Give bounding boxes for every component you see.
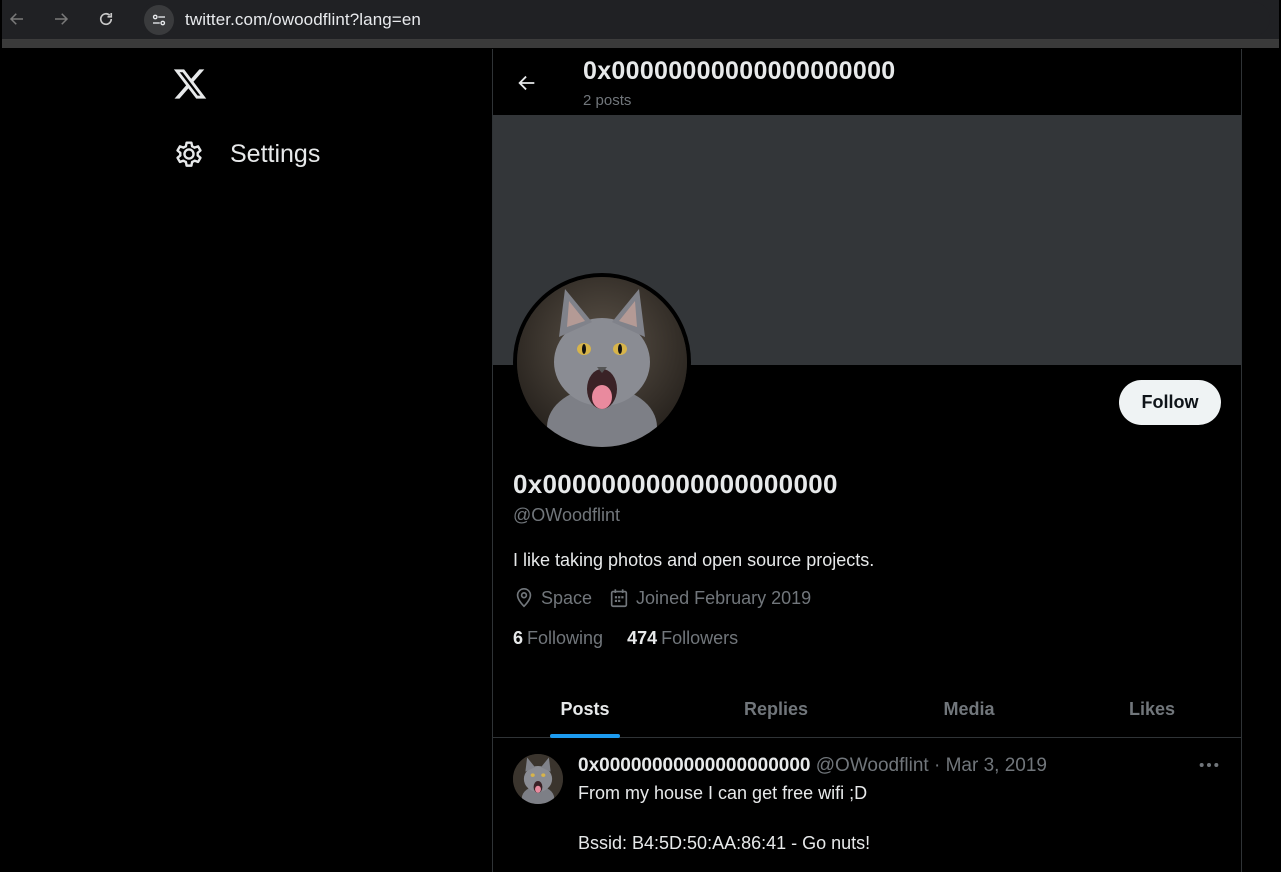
profile-header: 0x00000000000000000000 2 posts <box>493 49 1241 115</box>
follow-button[interactable]: Follow <box>1119 380 1221 425</box>
location-text: Space <box>541 587 593 608</box>
arrow-left-icon <box>9 13 23 25</box>
profile-display-name: 0x00000000000000000000 <box>513 469 838 499</box>
profile-joined: Joined February 2019 <box>608 587 811 609</box>
post-text-line: Bssid: B4:5D:50:AA:86:41 - Go nuts! <box>578 833 871 853</box>
browser-reload-button[interactable] <box>93 6 119 32</box>
browser-toolbar: twitter.com/owoodflint?lang=en <box>0 0 1281 49</box>
post-text-line: From my house I can get free wifi ;D <box>578 783 868 803</box>
tab-label: Replies <box>743 699 809 719</box>
arrow-right-icon <box>55 13 69 25</box>
post-author-handle[interactable]: @OWoodflint <box>816 755 929 776</box>
profile-bio: I like taking photos and open source pro… <box>513 550 875 570</box>
tab-likes[interactable]: Likes <box>1063 681 1241 738</box>
following-label: Following <box>527 628 604 648</box>
tab-label: Posts <box>560 699 610 719</box>
sidebar-item-label: Settings <box>230 139 321 168</box>
active-tab-indicator <box>550 734 620 738</box>
tab-replies[interactable]: Replies <box>677 681 875 738</box>
following-link[interactable]: 6 Following <box>513 628 603 649</box>
post-header: 0x00000000000000000000 @OWoodflint · Mar… <box>578 755 1047 777</box>
tune-icon <box>152 14 166 26</box>
profile-stats: 6 Following 474 Followers <box>513 628 762 649</box>
tab-label: Likes <box>1128 699 1176 719</box>
calendar-icon <box>610 589 628 608</box>
following-count: 6 <box>513 628 524 648</box>
site-info-button[interactable] <box>144 5 174 35</box>
profile-meta: Space Joined February 2019 <box>513 587 827 609</box>
arrow-left-icon <box>518 75 535 91</box>
post-more-button[interactable] <box>1197 755 1221 775</box>
browser-forward-button[interactable] <box>48 6 74 32</box>
post-item[interactable]: 0x00000000000000000000 @OWoodflint · Mar… <box>493 739 1241 872</box>
cat-photo <box>513 754 563 804</box>
browser-back-button[interactable] <box>4 6 30 32</box>
profile-tabs: Posts Replies Media Likes <box>493 681 1241 738</box>
gear-icon <box>176 141 202 167</box>
followers-count: 474 <box>627 628 658 648</box>
post-separator: · <box>933 755 941 776</box>
tab-media[interactable]: Media <box>875 681 1063 738</box>
profile-column: 0x00000000000000000000 2 posts Follow 0x… <box>492 49 1242 872</box>
cat-photo <box>517 277 687 447</box>
address-bar-url[interactable]: twitter.com/owoodflint?lang=en <box>185 10 421 30</box>
post-author-name[interactable]: 0x00000000000000000000 <box>578 755 810 776</box>
followers-link[interactable]: 474 Followers <box>627 628 738 649</box>
x-logo-icon[interactable] <box>172 66 208 102</box>
more-horizontal-icon <box>1199 762 1219 768</box>
browser-toolbar-divider <box>2 40 1279 48</box>
profile-handle: @OWoodflint <box>513 505 620 525</box>
joined-text: Joined February 2019 <box>636 587 812 608</box>
avatar[interactable] <box>513 273 691 451</box>
post-avatar[interactable] <box>513 754 563 804</box>
sidebar-item-settings[interactable]: Settings <box>172 134 320 174</box>
post-date[interactable]: Mar 3, 2019 <box>946 755 1047 776</box>
back-button[interactable] <box>511 67 543 99</box>
location-pin-icon <box>516 588 532 608</box>
tab-label: Media <box>943 699 995 719</box>
followers-label: Followers <box>661 628 739 648</box>
tab-posts[interactable]: Posts <box>493 681 677 738</box>
reload-icon <box>99 12 113 26</box>
header-posts-count: 2 posts <box>583 92 632 109</box>
header-display-name: 0x00000000000000000000 <box>583 57 896 85</box>
profile-location: Space <box>513 587 592 609</box>
